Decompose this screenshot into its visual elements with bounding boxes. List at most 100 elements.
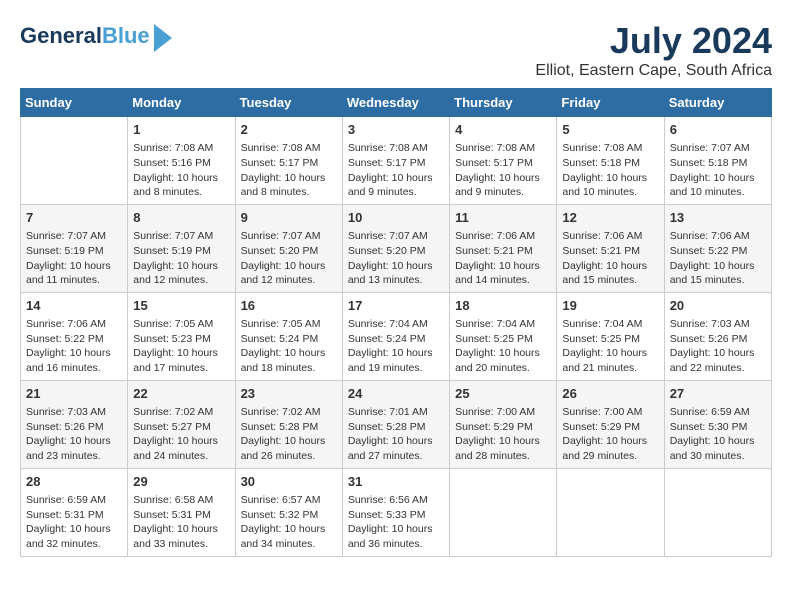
calendar-cell: 5 Sunrise: 7:08 AM Sunset: 5:18 PM Daylig… xyxy=(557,117,664,205)
calendar-cell: 13 Sunrise: 7:06 AM Sunset: 5:22 PM Dayli… xyxy=(664,204,771,292)
calendar-cell: 31Sunrise: 6:56 AM Sunset: 5:33 PM Dayli… xyxy=(342,468,449,556)
day-info: Sunrise: 7:07 AM Sunset: 5:20 PM Dayligh… xyxy=(241,229,337,288)
calendar-cell: 25Sunrise: 7:00 AM Sunset: 5:29 PM Dayli… xyxy=(450,380,557,468)
title-area: July 2024 Elliot, Eastern Cape, South Af… xyxy=(535,20,772,80)
weekday-header-tuesday: Tuesday xyxy=(235,89,342,117)
calendar-cell: 27 Sunrise: 6:59 AM Sunset: 5:30 PM Dayli… xyxy=(664,380,771,468)
day-info: Sunrise: 6:58 AM Sunset: 5:31 PM Dayligh… xyxy=(133,493,229,552)
day-number: 7 xyxy=(26,209,122,227)
calendar-cell: 1 Sunrise: 7:08 AM Sunset: 5:16 PM Daylig… xyxy=(128,117,235,205)
calendar-cell: 9 Sunrise: 7:07 AM Sunset: 5:20 PM Daylig… xyxy=(235,204,342,292)
calendar-cell: 11 Sunrise: 7:06 AM Sunset: 5:21 PM Dayli… xyxy=(450,204,557,292)
day-info: Sunrise: 7:08 AM Sunset: 5:17 PM Dayligh… xyxy=(241,141,337,200)
day-info: Sunrise: 6:57 AM Sunset: 5:32 PM Dayligh… xyxy=(241,493,337,552)
day-number: 19 xyxy=(562,297,658,315)
calendar-cell: 29 Sunrise: 6:58 AM Sunset: 5:31 PM Dayli… xyxy=(128,468,235,556)
day-info: Sunrise: 7:06 AM Sunset: 5:21 PM Dayligh… xyxy=(562,229,658,288)
day-info: Sunrise: 7:02 AM Sunset: 5:28 PM Dayligh… xyxy=(241,405,337,464)
day-info: Sunrise: 7:07 AM Sunset: 5:19 PM Dayligh… xyxy=(133,229,229,288)
day-number: 29 xyxy=(133,473,229,491)
day-info: Sunrise: 7:03 AM Sunset: 5:26 PM Dayligh… xyxy=(26,405,122,464)
day-number: 16 xyxy=(241,297,337,315)
calendar-week-row: 28 Sunrise: 6:59 AM Sunset: 5:31 PM Dayli… xyxy=(21,468,772,556)
day-number: 5 xyxy=(562,121,658,139)
day-number: 24 xyxy=(348,385,444,403)
calendar-table: SundayMondayTuesdayWednesdayThursdayFrid… xyxy=(20,88,772,557)
calendar-cell: 7 Sunrise: 7:07 AM Sunset: 5:19 PM Daylig… xyxy=(21,204,128,292)
logo-text: GeneralBlue xyxy=(20,24,150,48)
calendar-cell: 24 Sunrise: 7:01 AM Sunset: 5:28 PM Dayli… xyxy=(342,380,449,468)
calendar-cell: 18 Sunrise: 7:04 AM Sunset: 5:25 PM Dayli… xyxy=(450,292,557,380)
day-info: Sunrise: 7:02 AM Sunset: 5:27 PM Dayligh… xyxy=(133,405,229,464)
day-number: 27 xyxy=(670,385,766,403)
day-number: 13 xyxy=(670,209,766,227)
calendar-cell xyxy=(557,468,664,556)
weekday-header-saturday: Saturday xyxy=(664,89,771,117)
calendar-cell: 8 Sunrise: 7:07 AM Sunset: 5:19 PM Daylig… xyxy=(128,204,235,292)
calendar-cell: 19 Sunrise: 7:04 AM Sunset: 5:25 PM Dayli… xyxy=(557,292,664,380)
day-info: Sunrise: 6:59 AM Sunset: 5:30 PM Dayligh… xyxy=(670,405,766,464)
calendar-week-row: 7 Sunrise: 7:07 AM Sunset: 5:19 PM Daylig… xyxy=(21,204,772,292)
calendar-cell: 10Sunrise: 7:07 AM Sunset: 5:20 PM Dayli… xyxy=(342,204,449,292)
calendar-cell: 30 Sunrise: 6:57 AM Sunset: 5:32 PM Dayli… xyxy=(235,468,342,556)
month-year-title: July 2024 xyxy=(535,20,772,62)
calendar-cell: 4 Sunrise: 7:08 AM Sunset: 5:17 PM Daylig… xyxy=(450,117,557,205)
day-number: 12 xyxy=(562,209,658,227)
day-number: 25 xyxy=(455,385,551,403)
day-info: Sunrise: 7:08 AM Sunset: 5:17 PM Dayligh… xyxy=(348,141,444,200)
day-info: Sunrise: 7:05 AM Sunset: 5:23 PM Dayligh… xyxy=(133,317,229,376)
day-number: 8 xyxy=(133,209,229,227)
calendar-week-row: 14Sunrise: 7:06 AM Sunset: 5:22 PM Dayli… xyxy=(21,292,772,380)
day-number: 30 xyxy=(241,473,337,491)
weekday-header-thursday: Thursday xyxy=(450,89,557,117)
day-number: 1 xyxy=(133,121,229,139)
calendar-week-row: 21 Sunrise: 7:03 AM Sunset: 5:26 PM Dayli… xyxy=(21,380,772,468)
calendar-cell: 2 Sunrise: 7:08 AM Sunset: 5:17 PM Daylig… xyxy=(235,117,342,205)
day-number: 31 xyxy=(348,473,444,491)
day-number: 9 xyxy=(241,209,337,227)
day-number: 22 xyxy=(133,385,229,403)
day-info: Sunrise: 7:04 AM Sunset: 5:24 PM Dayligh… xyxy=(348,317,444,376)
day-info: Sunrise: 7:00 AM Sunset: 5:29 PM Dayligh… xyxy=(562,405,658,464)
day-info: Sunrise: 7:06 AM Sunset: 5:22 PM Dayligh… xyxy=(670,229,766,288)
day-number: 28 xyxy=(26,473,122,491)
day-info: Sunrise: 7:08 AM Sunset: 5:18 PM Dayligh… xyxy=(562,141,658,200)
calendar-cell: 20 Sunrise: 7:03 AM Sunset: 5:26 PM Dayli… xyxy=(664,292,771,380)
day-number: 15 xyxy=(133,297,229,315)
day-info: Sunrise: 7:06 AM Sunset: 5:21 PM Dayligh… xyxy=(455,229,551,288)
day-number: 21 xyxy=(26,385,122,403)
day-info: Sunrise: 7:01 AM Sunset: 5:28 PM Dayligh… xyxy=(348,405,444,464)
day-number: 20 xyxy=(670,297,766,315)
weekday-header-wednesday: Wednesday xyxy=(342,89,449,117)
calendar-week-row: 1 Sunrise: 7:08 AM Sunset: 5:16 PM Daylig… xyxy=(21,117,772,205)
day-info: Sunrise: 6:59 AM Sunset: 5:31 PM Dayligh… xyxy=(26,493,122,552)
day-info: Sunrise: 7:04 AM Sunset: 5:25 PM Dayligh… xyxy=(562,317,658,376)
calendar-cell: 14Sunrise: 7:06 AM Sunset: 5:22 PM Dayli… xyxy=(21,292,128,380)
day-number: 6 xyxy=(670,121,766,139)
calendar-cell xyxy=(21,117,128,205)
day-info: Sunrise: 7:07 AM Sunset: 5:18 PM Dayligh… xyxy=(670,141,766,200)
day-info: Sunrise: 7:08 AM Sunset: 5:16 PM Dayligh… xyxy=(133,141,229,200)
day-number: 3 xyxy=(348,121,444,139)
day-info: Sunrise: 7:08 AM Sunset: 5:17 PM Dayligh… xyxy=(455,141,551,200)
calendar-cell: 12 Sunrise: 7:06 AM Sunset: 5:21 PM Dayli… xyxy=(557,204,664,292)
calendar-cell: 15 Sunrise: 7:05 AM Sunset: 5:23 PM Dayli… xyxy=(128,292,235,380)
page-header: GeneralBlue July 2024 Elliot, Eastern Ca… xyxy=(20,20,772,80)
day-number: 10 xyxy=(348,209,444,227)
day-number: 18 xyxy=(455,297,551,315)
calendar-cell: 3 Sunrise: 7:08 AM Sunset: 5:17 PM Daylig… xyxy=(342,117,449,205)
day-number: 11 xyxy=(455,209,551,227)
day-number: 2 xyxy=(241,121,337,139)
day-info: Sunrise: 7:07 AM Sunset: 5:19 PM Dayligh… xyxy=(26,229,122,288)
location-subtitle: Elliot, Eastern Cape, South Africa xyxy=(535,62,772,80)
weekday-header-friday: Friday xyxy=(557,89,664,117)
day-info: Sunrise: 7:05 AM Sunset: 5:24 PM Dayligh… xyxy=(241,317,337,376)
day-info: Sunrise: 7:04 AM Sunset: 5:25 PM Dayligh… xyxy=(455,317,551,376)
calendar-cell xyxy=(664,468,771,556)
day-number: 14 xyxy=(26,297,122,315)
day-number: 23 xyxy=(241,385,337,403)
calendar-cell xyxy=(450,468,557,556)
logo: GeneralBlue xyxy=(20,20,172,52)
day-number: 4 xyxy=(455,121,551,139)
day-info: Sunrise: 7:03 AM Sunset: 5:26 PM Dayligh… xyxy=(670,317,766,376)
